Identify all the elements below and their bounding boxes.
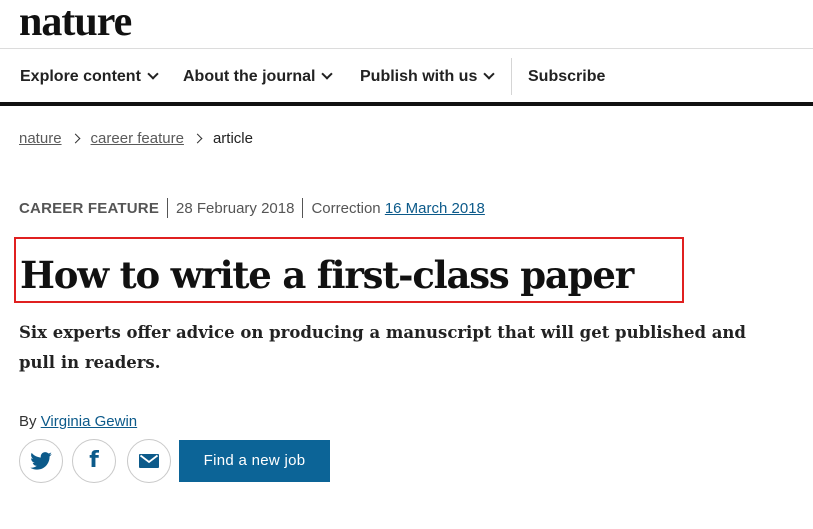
byline: By Virginia Gewin xyxy=(19,411,137,433)
share-facebook-button[interactable]: f xyxy=(72,439,116,483)
chevron-right-icon xyxy=(70,133,80,144)
nav-about-the-journal-label: About the journal xyxy=(183,68,316,85)
correction-label: Correction xyxy=(311,200,381,217)
header-divider xyxy=(0,48,813,49)
email-icon xyxy=(139,454,159,468)
correction-date-link[interactable]: 16 March 2018 xyxy=(385,200,485,217)
nav-subscribe[interactable]: Subscribe xyxy=(528,58,605,96)
nav-publish-with-us[interactable]: Publish with us xyxy=(360,58,496,96)
nav-explore-content[interactable]: Explore content xyxy=(20,58,159,96)
nature-logo[interactable]: nature xyxy=(19,0,132,44)
nav-bottom-rule xyxy=(0,102,813,106)
share-email-button[interactable] xyxy=(127,439,171,483)
breadcrumb-career-feature[interactable]: career feature xyxy=(91,130,184,147)
share-twitter-button[interactable] xyxy=(19,439,63,483)
facebook-icon: f xyxy=(89,448,99,473)
meta-divider xyxy=(167,198,169,219)
breadcrumb: nature career feature article xyxy=(19,128,253,150)
nav-publish-with-us-label: Publish with us xyxy=(360,68,478,85)
article-meta: CAREER FEATURE 28 February 2018 Correction… xyxy=(19,197,485,221)
breadcrumb-nature[interactable]: nature xyxy=(19,130,62,147)
nav-divider xyxy=(511,58,512,95)
article-type: CAREER FEATURE xyxy=(19,200,160,217)
byline-prefix: By xyxy=(19,413,37,430)
twitter-icon xyxy=(30,452,52,470)
meta-divider xyxy=(302,198,304,219)
breadcrumb-current: article xyxy=(212,130,253,147)
chevron-right-icon xyxy=(192,133,203,144)
article-title: How to write a first-class paper xyxy=(20,253,634,297)
chevron-down-icon xyxy=(147,68,159,80)
nav-explore-content-label: Explore content xyxy=(20,68,141,85)
article-standfirst: Six experts offer advice on producing a … xyxy=(19,323,746,372)
chevron-down-icon xyxy=(321,68,334,80)
chevron-down-icon xyxy=(483,68,496,80)
main-nav: Explore content About the journal Publis… xyxy=(0,58,813,96)
author-link[interactable]: Virginia Gewin xyxy=(41,413,137,430)
find-a-new-job-button[interactable]: Find a new job xyxy=(179,440,330,482)
article-date: 28 February 2018 xyxy=(176,200,295,217)
nav-about-the-journal[interactable]: About the journal xyxy=(183,58,334,96)
